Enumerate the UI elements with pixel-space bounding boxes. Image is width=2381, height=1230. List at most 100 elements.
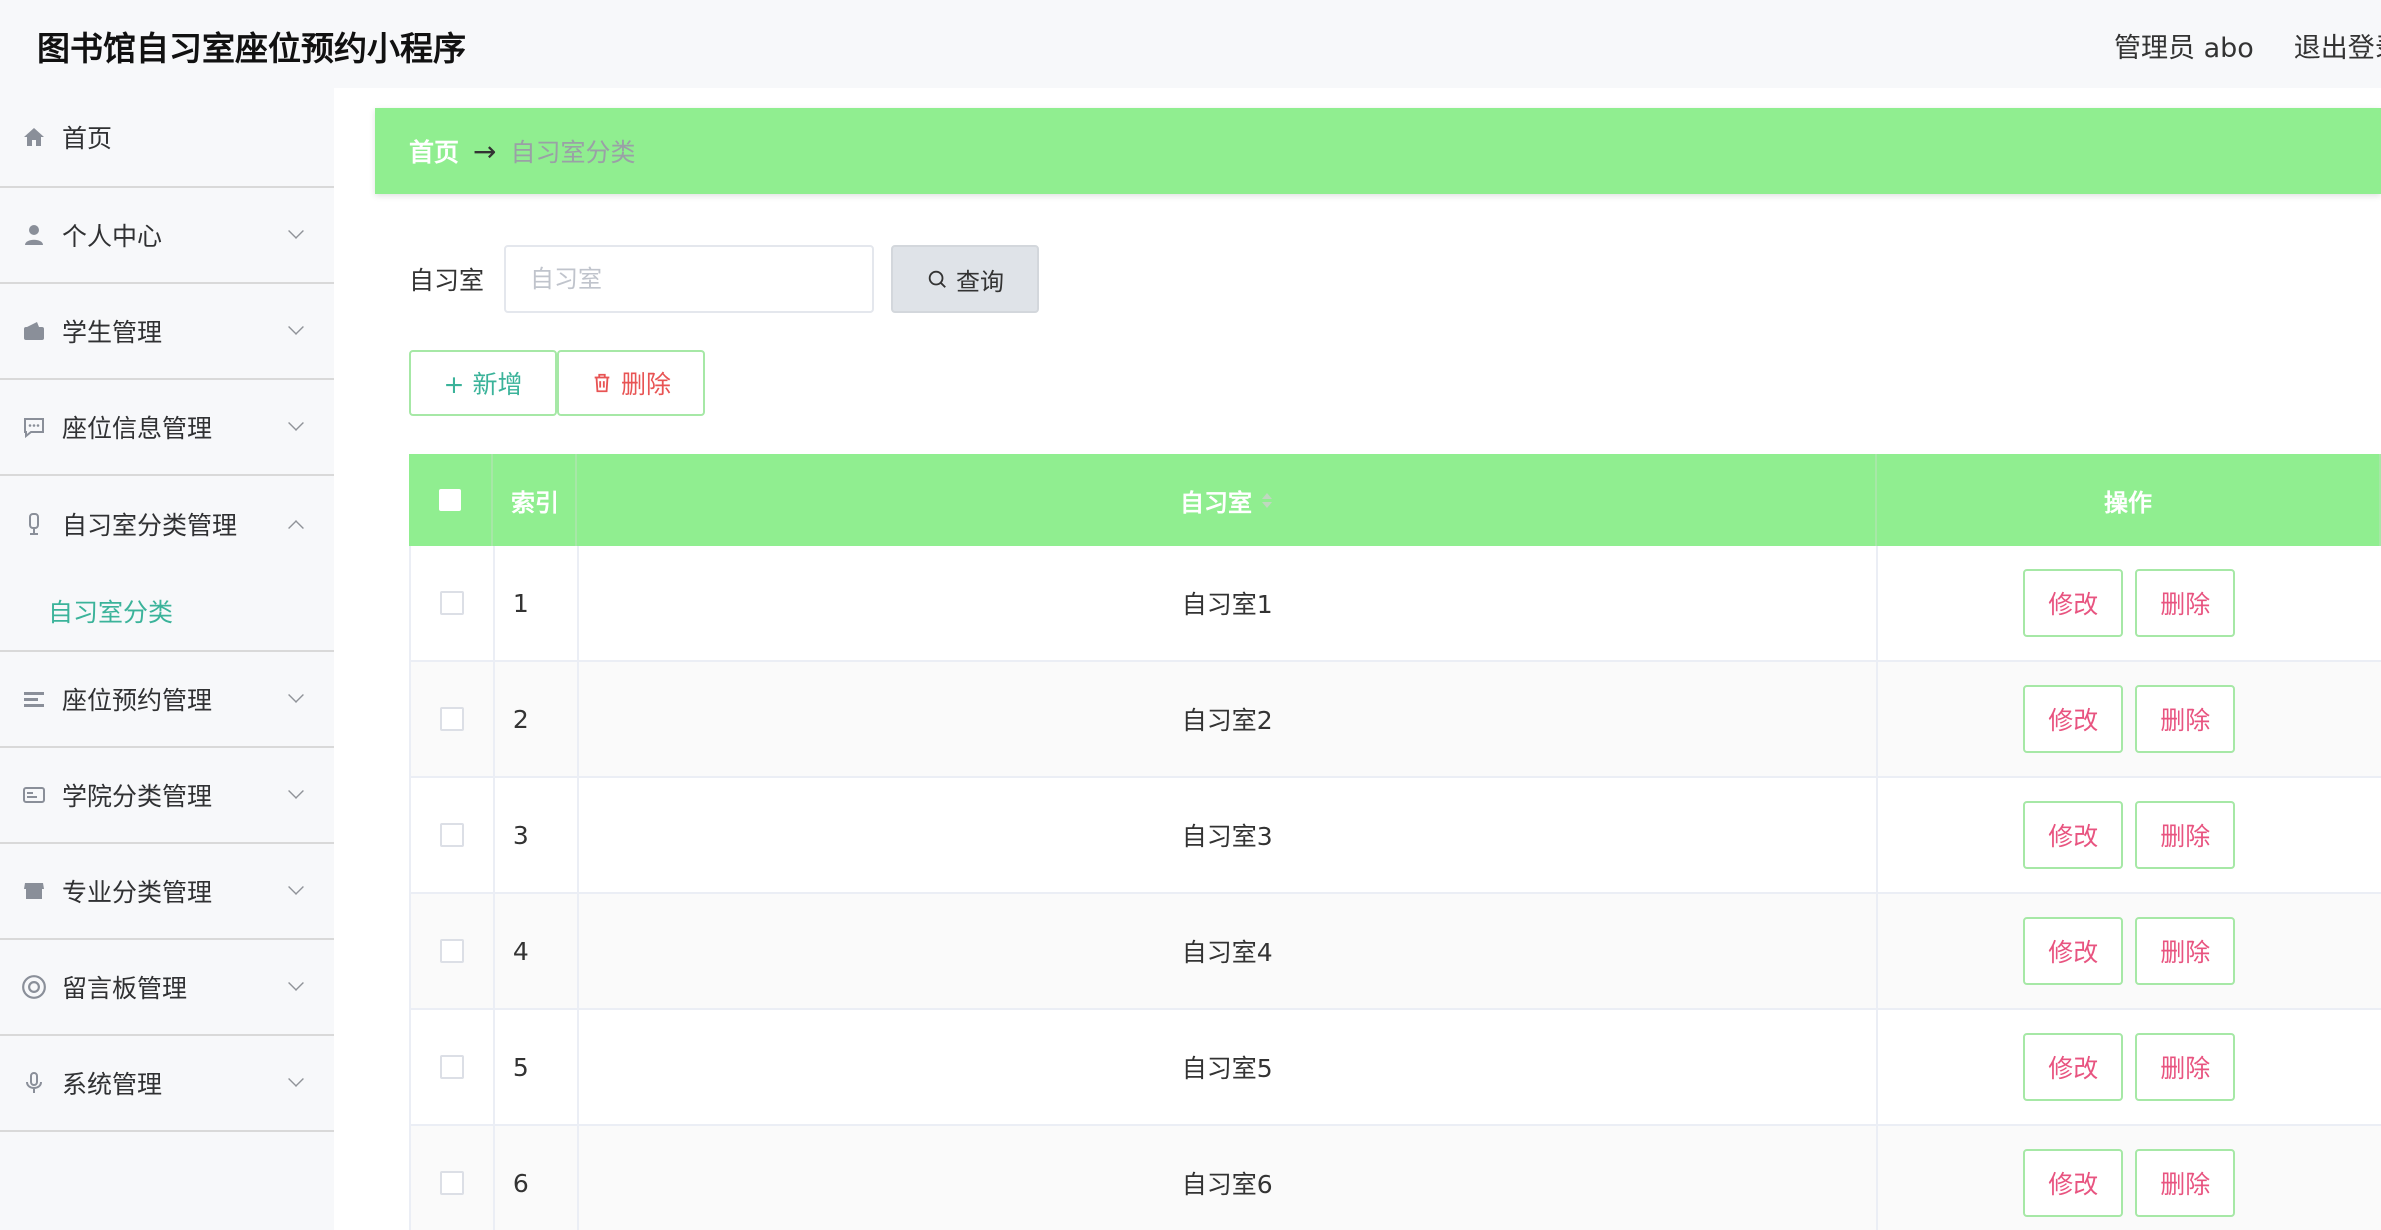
header-ops: 操作: [1877, 454, 2381, 546]
chevron-down-icon: [288, 223, 304, 239]
row-index: 2: [495, 662, 579, 776]
add-button-label: + 新增: [443, 370, 523, 399]
chevron-up-icon: [288, 520, 304, 536]
sidebar-item-seat-booking[interactable]: 座位预约管理: [0, 652, 334, 748]
sidebar-item-label: 首页: [62, 124, 113, 153]
row-index: 4: [495, 894, 579, 1008]
row-room: 自习室2: [579, 662, 1878, 776]
table-row: 4 自习室4 修改 删除: [409, 894, 2381, 1010]
search-row: 自习室 查询: [409, 245, 1040, 313]
delete-button[interactable]: 删除: [2135, 917, 2236, 985]
wallet-icon: [20, 317, 48, 345]
sidebar-item-college[interactable]: 学院分类管理: [0, 748, 334, 844]
delete-button[interactable]: 删除: [2135, 569, 2236, 637]
edit-button[interactable]: 修改: [2023, 801, 2124, 869]
sidebar-item-seat-info[interactable]: 座位信息管理: [0, 380, 334, 476]
sidebar-item-home[interactable]: 首页: [0, 88, 334, 188]
row-checkbox-cell: [411, 894, 495, 1008]
app-title: 图书馆自习室座位预约小程序: [37, 29, 466, 68]
user-icon: [20, 221, 48, 249]
delete-button[interactable]: 删除: [2135, 1149, 2236, 1217]
sidebar-item-personal[interactable]: 个人中心: [0, 188, 334, 284]
delete-button[interactable]: 删除: [2135, 685, 2236, 753]
table-row: 5 自习室5 修改 删除: [409, 1010, 2381, 1126]
chevron-down-icon: [288, 687, 304, 703]
sidebar-item-label: 系统管理: [62, 1070, 163, 1099]
header-room[interactable]: 自习室: [577, 454, 1877, 546]
search-input[interactable]: [504, 245, 875, 313]
card-icon: [20, 781, 48, 809]
row-checkbox-cell: [411, 1126, 495, 1230]
breadcrumb-arrow: →: [473, 134, 497, 168]
table-row: 6 自习室6 修改 删除: [409, 1126, 2381, 1230]
sidebar: 首页 个人中心 学生管理 座位信息管理 自习室分类管理 自习室分类 座位预约管理: [0, 88, 334, 1230]
add-button[interactable]: + 新增: [409, 350, 557, 416]
row-checkbox[interactable]: [439, 591, 464, 615]
sidebar-item-label: 自习室分类管理: [62, 511, 238, 540]
breadcrumb: 首页 → 自习室分类: [375, 108, 2381, 194]
row-index: 6: [495, 1126, 579, 1230]
data-table: 索引 自习室 操作 1 自习室1 修改 删除 2 自习室2 修改 删除 3 自习室3 修改 删除 4 自习…: [409, 454, 2381, 1230]
microphone-icon: [20, 510, 48, 538]
edit-button[interactable]: 修改: [2023, 1033, 2124, 1101]
sidebar-item-system[interactable]: 系统管理: [0, 1036, 334, 1132]
main-content: 首页 → 自习室分类 自习室 查询 + 新增 删除 索引: [375, 108, 2381, 1230]
table-row: 2 自习室2 修改 删除: [409, 662, 2381, 778]
breadcrumb-current: 自习室分类: [510, 138, 636, 167]
breadcrumb-home[interactable]: 首页: [409, 133, 459, 169]
chat-icon: [20, 413, 48, 441]
shop-icon: [20, 877, 48, 905]
chevron-down-icon: [288, 975, 304, 991]
row-ops: 修改 删除: [1878, 894, 2381, 1008]
row-index: 3: [495, 778, 579, 892]
action-row: + 新增 删除: [409, 350, 705, 416]
edit-button[interactable]: 修改: [2023, 917, 2124, 985]
header-room-label: 自习室: [1180, 488, 1252, 517]
row-checkbox-cell: [411, 778, 495, 892]
row-index: 5: [495, 1010, 579, 1124]
chevron-down-icon: [288, 415, 304, 431]
list-icon: [20, 685, 48, 713]
row-room: 自习室4: [579, 894, 1878, 1008]
sidebar-item-label: 留言板管理: [62, 974, 188, 1003]
sidebar-item-label: 座位信息管理: [62, 414, 213, 443]
row-checkbox[interactable]: [439, 1055, 464, 1079]
sidebar-item-label: 专业分类管理: [62, 878, 213, 907]
delete-button[interactable]: 删除: [2135, 801, 2236, 869]
row-ops: 修改 删除: [1878, 778, 2381, 892]
sidebar-item-message-board[interactable]: 留言板管理: [0, 940, 334, 1036]
sidebar-item-room-category[interactable]: 自习室分类管理: [0, 476, 334, 572]
edit-button[interactable]: 修改: [2023, 1149, 2124, 1217]
lifebuoy-icon: [20, 973, 48, 1001]
sidebar-subitem-room-category[interactable]: 自习室分类: [0, 572, 334, 652]
batch-delete-button[interactable]: 删除: [557, 350, 705, 416]
query-button-label: 查询: [956, 267, 1005, 296]
search-label: 自习室: [409, 266, 485, 295]
top-bar: 图书馆自习室座位预约小程序 管理员 abo 退出登录: [0, 0, 2381, 88]
edit-button[interactable]: 修改: [2023, 685, 2124, 753]
row-checkbox[interactable]: [439, 707, 464, 731]
header-checkbox-cell: [409, 454, 493, 546]
batch-delete-label: 删除: [620, 370, 671, 399]
sidebar-item-major[interactable]: 专业分类管理: [0, 844, 334, 940]
sidebar-item-label: 座位预约管理: [62, 686, 213, 715]
chevron-down-icon: [288, 879, 304, 895]
sidebar-item-students[interactable]: 学生管理: [0, 284, 334, 380]
query-button[interactable]: 查询: [891, 245, 1040, 313]
delete-button[interactable]: 删除: [2135, 1033, 2236, 1101]
edit-button[interactable]: 修改: [2023, 569, 2124, 637]
trash-icon: [591, 372, 613, 394]
table-header: 索引 自习室 操作: [409, 454, 2381, 546]
admin-name: 管理员 abo: [2114, 33, 2254, 64]
header-index: 索引: [493, 454, 577, 546]
select-all-checkbox[interactable]: [439, 489, 461, 511]
table-row: 1 自习室1 修改 删除: [409, 546, 2381, 662]
logout-link[interactable]: 退出登录: [2294, 33, 2381, 64]
row-room: 自习室6: [579, 1126, 1878, 1230]
sort-icon[interactable]: [1262, 492, 1272, 508]
row-checkbox[interactable]: [439, 823, 464, 847]
row-checkbox[interactable]: [439, 1171, 464, 1195]
row-checkbox-cell: [411, 1010, 495, 1124]
row-checkbox[interactable]: [439, 939, 464, 963]
row-room: 自习室5: [579, 1010, 1878, 1124]
